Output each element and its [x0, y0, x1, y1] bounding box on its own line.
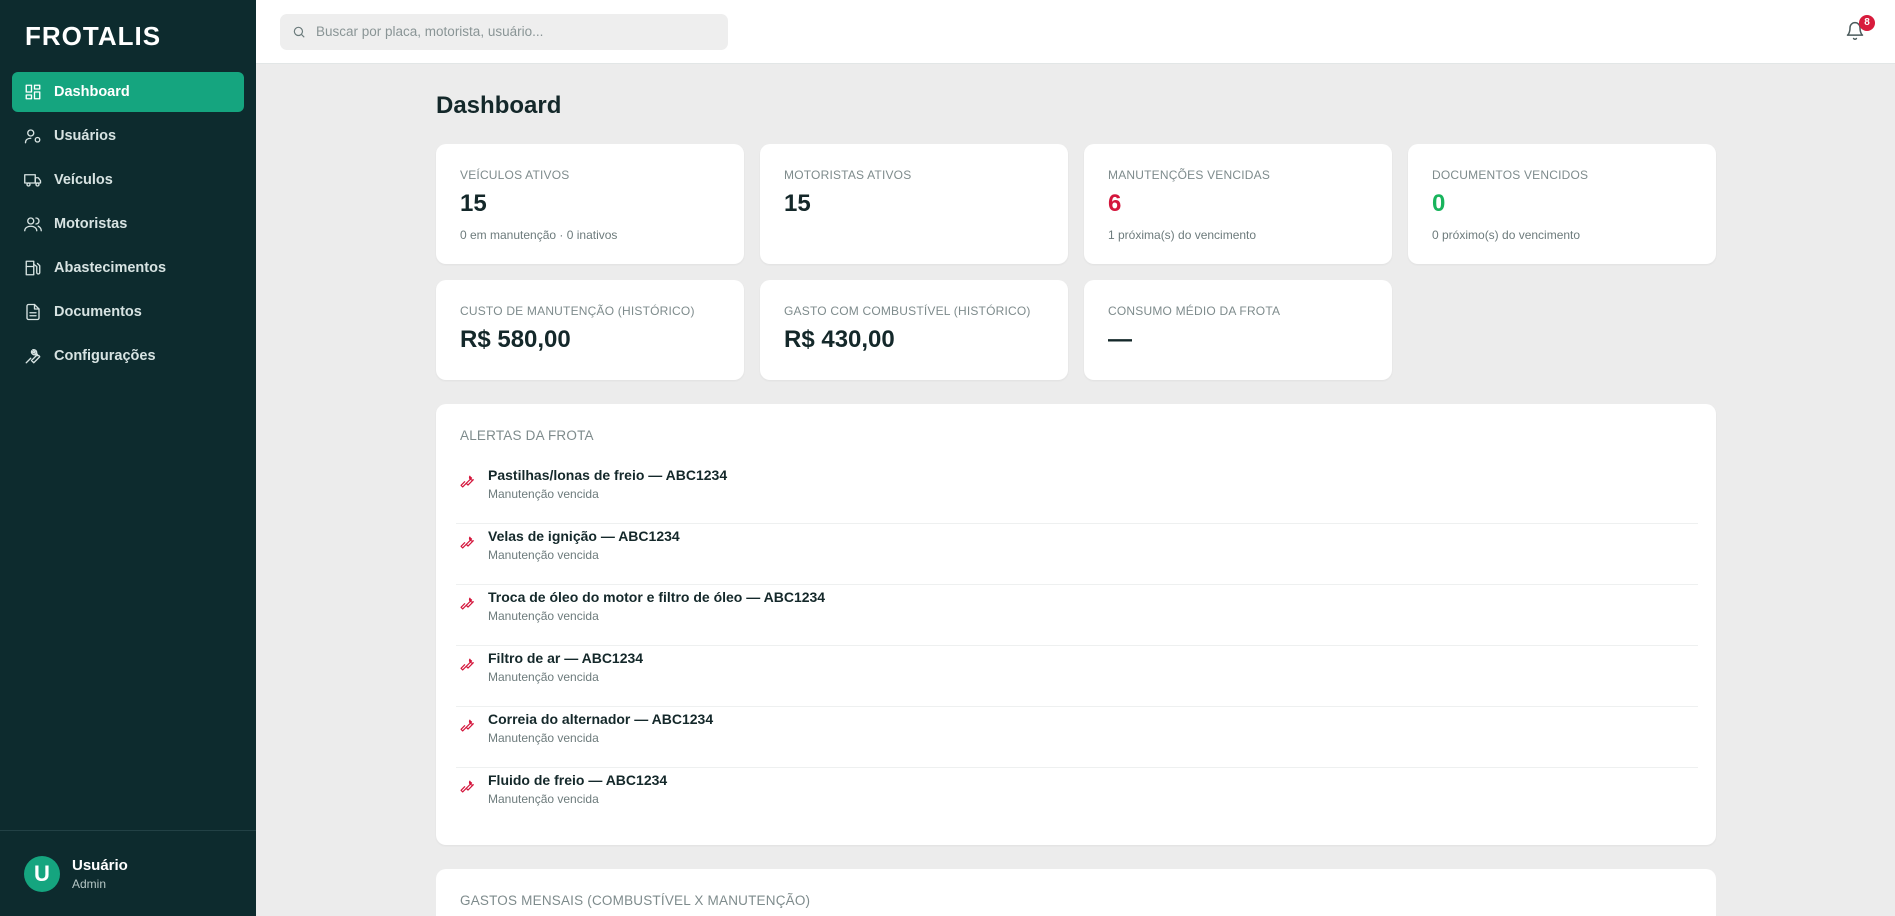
main-area: 8 Dashboard VEÍCULOS ATIVOS 15 0 em manu…: [256, 0, 1895, 916]
search-icon: [293, 26, 305, 38]
app-root: FROTALIS Dashboard Usuários Veículos Mot…: [0, 0, 1895, 916]
search-input[interactable]: [316, 24, 728, 39]
stat-value: —: [1108, 326, 1132, 353]
stat-value: 15: [460, 190, 487, 217]
sidebar-item-dashboard[interactable]: Dashboard: [12, 72, 244, 112]
notification-badge: 8: [1859, 14, 1875, 31]
document-icon: [24, 303, 42, 321]
alert-title: Pastilhas/lonas de freio — ABC1234: [488, 467, 728, 483]
stat-label: CUSTO DE MANUTENÇÃO (HISTÓRICO): [460, 304, 695, 318]
user-gear-icon: [24, 127, 42, 145]
stat-card-overdue-maintenance: MANUTENÇÕES VENCIDAS 6 1 próxima(s) do v…: [1084, 144, 1392, 264]
wrench-icon: [460, 533, 476, 549]
page-title: Dashboard: [436, 92, 562, 119]
alert-sub: Manutenção vencida: [488, 792, 599, 806]
stat-sub: 1 próxima(s) do vencimento: [1108, 228, 1257, 242]
stat-value: 6: [1108, 190, 1122, 217]
user-info: Usuário Admin: [72, 857, 128, 891]
sidebar-item-label: Motoristas: [54, 216, 128, 232]
panel-title: GASTOS MENSAIS (COMBUSTÍVEL X MANUTENÇÃO…: [460, 893, 811, 908]
stat-label: MANUTENÇÕES VENCIDAS: [1108, 168, 1271, 182]
wrench-icon: [460, 777, 476, 793]
stat-card-vehicles: VEÍCULOS ATIVOS 15 0 em manutenção · 0 i…: [436, 144, 744, 264]
user-profile[interactable]: U Usuário Admin: [0, 830, 256, 916]
stat-card-fuel-cost: GASTO COM COMBUSTÍVEL (HISTÓRICO) R$ 430…: [760, 280, 1068, 380]
page-content: Dashboard VEÍCULOS ATIVOS 15 0 em manute…: [256, 64, 1716, 916]
panel-title: ALERTAS DA FROTA: [460, 428, 594, 443]
alerts-list: Pastilhas/lonas de freio — ABC1234 Manute…: [456, 463, 1698, 829]
logo: FROTALIS: [25, 20, 162, 51]
wrench-icon: [460, 594, 476, 610]
user-role: Admin: [72, 876, 107, 891]
sidebar-item-veiculos[interactable]: Veículos: [12, 160, 244, 200]
stat-value: 15: [784, 190, 811, 217]
wrench-icon: [460, 472, 476, 488]
sidebar-item-label: Abastecimentos: [54, 260, 167, 276]
user-name: Usuário: [72, 856, 128, 874]
alert-sub: Manutenção vencida: [488, 670, 599, 684]
avatar: U: [24, 855, 60, 892]
alert-item[interactable]: Correia do alternador — ABC1234 Manutençã…: [456, 707, 1698, 768]
alert-sub: Manutenção vencida: [488, 548, 599, 562]
alert-item[interactable]: Troca de óleo do motor e filtro de óleo …: [456, 585, 1698, 646]
alert-item[interactable]: Pastilhas/lonas de freio — ABC1234 Manute…: [456, 463, 1698, 524]
sidebar-item-configuracoes[interactable]: Configurações: [12, 336, 244, 376]
sidebar-nav: Dashboard Usuários Veículos Motoristas A…: [0, 72, 256, 380]
wrench-icon: [460, 716, 476, 732]
monthly-expenses-panel: GASTOS MENSAIS (COMBUSTÍVEL X MANUTENÇÃO…: [436, 869, 1716, 916]
sidebar-item-motoristas[interactable]: Motoristas: [12, 204, 244, 244]
sidebar-item-label: Documentos: [54, 304, 142, 320]
users-icon: [24, 215, 42, 233]
stat-value: R$ 580,00: [460, 326, 571, 353]
sidebar-item-abastecimentos[interactable]: Abastecimentos: [12, 248, 244, 288]
sidebar-item-label: Veículos: [54, 172, 113, 188]
alert-title: Velas de ignição — ABC1234: [488, 528, 680, 544]
sidebar-item-label: Configurações: [54, 348, 156, 364]
stat-card-maintenance-cost: CUSTO DE MANUTENÇÃO (HISTÓRICO) R$ 580,0…: [436, 280, 744, 380]
stat-card-avg-consumption: CONSUMO MÉDIO DA FROTA —: [1084, 280, 1392, 380]
alert-item[interactable]: Fluido de freio — ABC1234 Manutenção venc…: [456, 768, 1698, 829]
alert-title: Filtro de ar — ABC1234: [488, 650, 644, 666]
stats-grid: VEÍCULOS ATIVOS 15 0 em manutenção · 0 i…: [436, 144, 1716, 380]
dashboard-icon: [24, 83, 42, 101]
sidebar-item-label: Usuários: [54, 128, 117, 144]
sidebar-item-label: Dashboard: [54, 84, 130, 100]
alert-title: Troca de óleo do motor e filtro de óleo …: [488, 589, 826, 605]
stat-value: R$ 430,00: [784, 326, 895, 353]
alert-item[interactable]: Filtro de ar — ABC1234 Manutenção vencida: [456, 646, 1698, 707]
search-box[interactable]: [280, 13, 728, 50]
stat-label: CONSUMO MÉDIO DA FROTA: [1108, 304, 1281, 318]
alert-title: Fluido de freio — ABC1234: [488, 772, 668, 788]
alert-sub: Manutenção vencida: [488, 731, 599, 745]
stat-value: 0: [1432, 190, 1446, 217]
stat-label: DOCUMENTOS VENCIDOS: [1432, 168, 1589, 182]
wrench-icon: [460, 655, 476, 671]
fuel-icon: [24, 259, 42, 277]
wrench-icon: [24, 347, 42, 365]
truck-icon: [24, 171, 42, 189]
fleet-alerts-panel: ALERTAS DA FROTA Pastilhas/lonas de frei…: [436, 404, 1716, 845]
sidebar-item-usuarios[interactable]: Usuários: [12, 116, 244, 156]
stat-label: MOTORISTAS ATIVOS: [784, 168, 912, 182]
stat-card-drivers: MOTORISTAS ATIVOS 15: [760, 144, 1068, 264]
alert-item[interactable]: Velas de ignição — ABC1234 Manutenção ven…: [456, 524, 1698, 585]
alert-title: Correia do alternador — ABC1234: [488, 711, 714, 727]
stat-label: GASTO COM COMBUSTÍVEL (HISTÓRICO): [784, 304, 1031, 318]
stat-card-overdue-documents: DOCUMENTOS VENCIDOS 0 0 próximo(s) do ve…: [1408, 144, 1716, 264]
alert-sub: Manutenção vencida: [488, 609, 599, 623]
sidebar-item-documentos[interactable]: Documentos: [12, 292, 244, 332]
stat-sub: 0 próximo(s) do vencimento: [1432, 228, 1581, 242]
stat-label: VEÍCULOS ATIVOS: [460, 168, 570, 182]
notifications-button[interactable]: 8: [1845, 14, 1875, 43]
sidebar: FROTALIS Dashboard Usuários Veículos Mot…: [0, 0, 256, 916]
stat-sub: 0 em manutenção · 0 inativos: [460, 228, 618, 242]
topbar: 8: [256, 0, 1895, 64]
alert-sub: Manutenção vencida: [488, 487, 599, 501]
